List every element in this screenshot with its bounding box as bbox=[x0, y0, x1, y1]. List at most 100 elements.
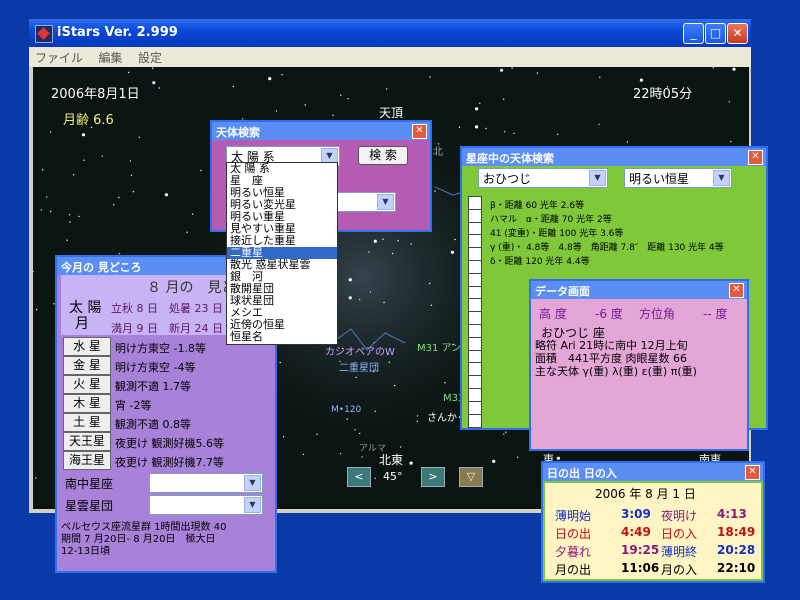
data-screen-titlebar[interactable]: データ画面 ✕ bbox=[531, 281, 747, 299]
zenith-label: 天頂 bbox=[379, 106, 404, 120]
rotate-left-button[interactable]: < bbox=[347, 467, 371, 487]
app-icon bbox=[35, 25, 53, 43]
star bbox=[69, 221, 71, 223]
menu-file[interactable]: ファイル bbox=[29, 47, 89, 68]
star bbox=[712, 67, 714, 69]
body-search-close-icon[interactable]: ✕ bbox=[412, 124, 427, 139]
chevron-down-icon[interactable]: ▼ bbox=[244, 497, 261, 513]
chevron-down-icon[interactable]: ▼ bbox=[377, 194, 394, 210]
constellation-select[interactable]: おひつじ ▼ bbox=[478, 168, 608, 188]
planet-button[interactable]: 火 星 bbox=[63, 375, 111, 394]
star bbox=[83, 159, 85, 161]
star bbox=[368, 251, 370, 253]
star bbox=[164, 193, 168, 197]
tilt-down-button[interactable]: ▽ bbox=[459, 467, 483, 487]
star bbox=[346, 418, 348, 420]
star bbox=[386, 88, 388, 90]
star bbox=[50, 210, 52, 213]
south-constellation-select[interactable]: ▼ bbox=[149, 473, 263, 493]
data-screen-close-icon[interactable]: ✕ bbox=[729, 283, 744, 298]
star bbox=[354, 429, 356, 431]
angle-label: 45° bbox=[383, 470, 403, 483]
star bbox=[728, 101, 730, 103]
star bbox=[68, 214, 71, 216]
star bbox=[348, 296, 352, 300]
star bbox=[101, 155, 103, 157]
nebula-select[interactable]: ▼ bbox=[149, 495, 263, 515]
constellation-search-titlebar[interactable]: 星座中の天体検索 ✕ bbox=[462, 148, 766, 166]
star bbox=[429, 282, 431, 285]
star bbox=[458, 126, 461, 128]
chevron-down-icon[interactable]: ▼ bbox=[589, 170, 606, 186]
planet-button[interactable]: 水 星 bbox=[63, 337, 111, 356]
search-button[interactable]: 検 索 bbox=[358, 146, 408, 165]
star bbox=[46, 196, 48, 198]
date-label: 2006年8月1日 bbox=[51, 87, 140, 102]
sunrise-close-icon[interactable]: ✕ bbox=[745, 465, 760, 480]
star bbox=[503, 98, 505, 100]
planet-button[interactable]: 海王星 bbox=[63, 451, 111, 470]
body-search-titlebar[interactable]: 天体検索 ✕ bbox=[212, 122, 430, 140]
star bbox=[479, 102, 481, 104]
sun-event-label: 夜明け bbox=[661, 509, 698, 523]
note-line-3: 12-13日頃 bbox=[61, 546, 111, 557]
maximize-button[interactable]: □ bbox=[705, 23, 726, 44]
constellation-value: おひつじ bbox=[483, 172, 532, 186]
dropdown-option[interactable]: 恒星名 bbox=[227, 331, 337, 343]
star bbox=[200, 169, 202, 172]
data-screen-window: データ画面 ✕ 高 度 -6 度 方位角 -- 度 おひつじ 座 略符 Ari 2… bbox=[529, 279, 749, 451]
body-type-dropdown-list[interactable]: 太 陽 系星 座明るい恒星 明るい変光星 明るい重星 見やすい重星 接近した重星 二重星散… bbox=[226, 162, 338, 345]
star bbox=[450, 250, 454, 254]
planet-info: 明け方東空 -4等 bbox=[115, 361, 196, 374]
planet-button[interactable]: 天王星 bbox=[63, 432, 111, 451]
title-bar[interactable]: iStars Ver. 2.999 _ □ ✕ bbox=[29, 19, 751, 47]
sun-info: 立秋 8 日 処暑 23 日 bbox=[111, 302, 223, 315]
star bbox=[505, 431, 507, 433]
menu-settings[interactable]: 設定 bbox=[132, 47, 168, 68]
star bbox=[302, 453, 305, 456]
star bbox=[517, 456, 519, 458]
object-row[interactable]: ハマル α・距離 70 光年 2等 bbox=[490, 212, 612, 225]
rotate-right-button[interactable]: > bbox=[421, 467, 445, 487]
star bbox=[388, 361, 390, 363]
altitude-value: -6 度 bbox=[595, 307, 623, 321]
constellation-search-close-icon[interactable]: ✕ bbox=[748, 150, 763, 165]
object-checkbox[interactable] bbox=[468, 413, 482, 428]
close-button[interactable]: ✕ bbox=[727, 23, 748, 44]
star bbox=[475, 125, 479, 129]
menu-bar: ファイル 編集 設定 bbox=[29, 47, 751, 67]
star bbox=[500, 68, 504, 72]
chevron-down-icon[interactable]: ▼ bbox=[713, 170, 730, 186]
planet-info: 観測不適 1.7等 bbox=[115, 380, 191, 393]
object-row[interactable]: δ・距離 120 光年 4.4等 bbox=[490, 254, 590, 267]
constellation-search-title: 星座中の天体検索 bbox=[466, 152, 554, 165]
chevron-down-icon[interactable]: ▼ bbox=[244, 475, 261, 491]
sunrise-titlebar[interactable]: 日の出 日の入 ✕ bbox=[543, 463, 763, 481]
star bbox=[138, 136, 140, 138]
star bbox=[152, 81, 156, 85]
time-label: 22時05分 bbox=[633, 87, 693, 102]
planet-button[interactable]: 木 星 bbox=[63, 394, 111, 413]
star bbox=[81, 133, 86, 137]
star bbox=[598, 123, 600, 126]
star bbox=[132, 191, 135, 193]
star bbox=[33, 270, 34, 273]
star bbox=[416, 415, 419, 417]
planet-button[interactable]: 金 星 bbox=[63, 356, 111, 375]
object-row[interactable]: 41 (変重)・距離 100 光年 3.6等 bbox=[490, 226, 623, 239]
minimize-button[interactable]: _ bbox=[683, 23, 704, 44]
star bbox=[639, 78, 644, 82]
star bbox=[599, 76, 601, 78]
menu-edit[interactable]: 編集 bbox=[93, 47, 129, 68]
star bbox=[130, 174, 133, 177]
star bbox=[374, 477, 376, 479]
category-select[interactable]: 明るい恒星 ▼ bbox=[624, 168, 732, 188]
planet-info: 宵 -2等 bbox=[115, 399, 152, 412]
star bbox=[369, 291, 372, 293]
object-row[interactable]: γ (重)・ 4.8等 4.8等 角距離 7.8″ 距離 130 光年 4等 bbox=[490, 240, 724, 253]
body-result-select[interactable]: ▼ bbox=[336, 192, 396, 212]
sun-event-time: 4:13 bbox=[717, 507, 747, 521]
object-row[interactable]: β・距離 60 光年 2.6等 bbox=[490, 198, 584, 211]
planet-button[interactable]: 土 星 bbox=[63, 413, 111, 432]
star bbox=[492, 459, 496, 463]
